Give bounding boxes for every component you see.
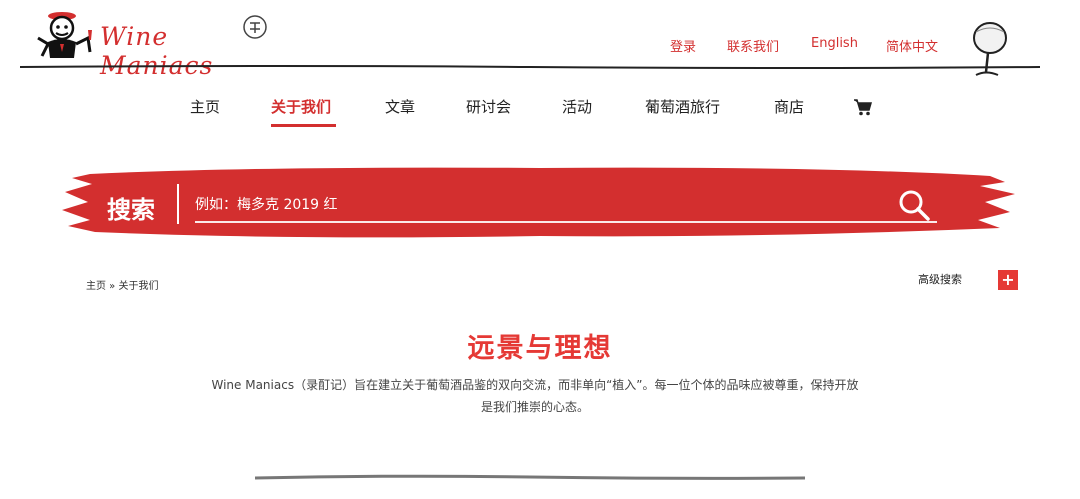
header-brush-divider <box>20 65 1040 69</box>
search-underline <box>195 221 937 223</box>
search-input[interactable] <box>195 190 875 220</box>
nav-item-events[interactable]: 活动 <box>562 96 592 117</box>
nav-item-home[interactable]: 主页 <box>190 96 220 117</box>
breadcrumb: 主页 » 关于我们 <box>86 277 158 292</box>
page-title: 远景与理想 <box>467 333 613 364</box>
chinese-language-link[interactable]: 简体中文 <box>886 36 938 55</box>
active-nav-indicator <box>271 124 336 127</box>
contact-link[interactable]: 联系我们 <box>727 36 779 55</box>
main-navigation: 主页 关于我们 文章 研讨会 活动 葡萄酒旅行 商店 <box>0 96 1080 130</box>
nav-item-articles[interactable]: 文章 <box>385 96 415 117</box>
breadcrumb-separator: » <box>106 281 119 292</box>
advanced-search-toggle-button[interactable]: + <box>998 270 1018 290</box>
breadcrumb-home-link[interactable]: 主页 <box>86 281 106 292</box>
nav-item-wine-tours[interactable]: 葡萄酒旅行 <box>645 96 720 117</box>
breadcrumb-current: 关于我们 <box>118 281 159 292</box>
search-icon[interactable] <box>897 188 931 222</box>
page-description: Wine Maniacs（录酊记）旨在建立关于葡萄酒品鉴的双向交流，而非单向“植… <box>211 378 859 414</box>
advanced-search-label[interactable]: 高级搜索 <box>918 271 962 287</box>
nav-item-shop[interactable]: 商店 <box>774 96 804 117</box>
login-link[interactable]: 登录 <box>670 36 696 55</box>
search-label: 搜索 <box>107 196 155 224</box>
english-language-link[interactable]: English <box>811 36 858 51</box>
nav-item-about[interactable]: 关于我们 <box>271 96 331 117</box>
section-brush-divider <box>255 474 805 480</box>
nav-item-seminars[interactable]: 研讨会 <box>466 96 511 117</box>
utility-nav: 登录 联系我们 English 简体中文 <box>0 36 1080 56</box>
shopping-cart-icon[interactable] <box>853 98 873 116</box>
wine-glass-icon <box>973 22 1007 76</box>
search-divider <box>177 184 179 224</box>
